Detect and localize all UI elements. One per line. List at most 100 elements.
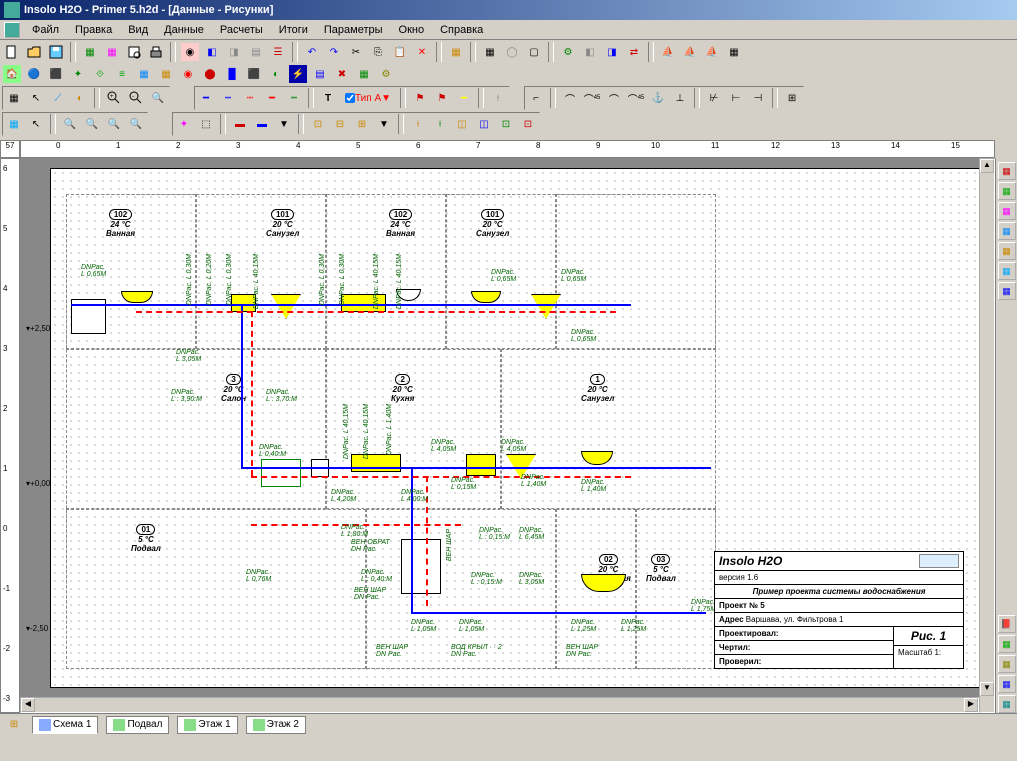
tool-c1[interactable]: ◉ xyxy=(180,42,200,62)
zoom-out-btn[interactable]: - xyxy=(126,88,146,108)
scroll-up-btn[interactable]: ▲ xyxy=(980,159,994,173)
open-btn[interactable] xyxy=(24,42,44,62)
r2-7[interactable]: ▦ xyxy=(134,64,154,84)
r3l-3[interactable]: ⟋ xyxy=(48,88,68,108)
r2-1[interactable]: 🏠 xyxy=(2,64,22,84)
r2-11[interactable]: █ xyxy=(222,64,242,84)
r2-3[interactable]: ⬛ xyxy=(46,64,66,84)
tab-scheme-1[interactable]: Схема 1 xyxy=(32,716,98,734)
r4-9[interactable]: ▼ xyxy=(374,114,394,134)
canvas-area[interactable]: 10224 °CВанная10120 °CСанузел10224 °CВан… xyxy=(20,158,995,713)
r2-12[interactable]: ⬛ xyxy=(244,64,264,84)
r2-4[interactable]: ✦ xyxy=(68,64,88,84)
rp-5[interactable]: ▦ xyxy=(998,242,1016,260)
anchor-btn[interactable]: ⚓ xyxy=(648,88,668,108)
sym-1[interactable]: ⊬ xyxy=(704,88,724,108)
tool-c3[interactable]: ◨ xyxy=(224,42,244,62)
r2-9[interactable]: ◉ xyxy=(178,64,198,84)
horizontal-scrollbar[interactable]: ◀ ▶ xyxy=(20,697,979,713)
r4l-z2[interactable]: 🔍 xyxy=(82,114,102,134)
r3l-4[interactable]: ◐ xyxy=(70,88,90,108)
redo-btn[interactable]: ↷ xyxy=(324,42,344,62)
sym-3[interactable]: ⊣ xyxy=(748,88,768,108)
zoom-in-btn[interactable]: + xyxy=(104,88,124,108)
r2-17[interactable]: ▦ xyxy=(354,64,374,84)
tab-basement[interactable]: Подвал xyxy=(106,716,169,734)
tool-c2[interactable]: ◧ xyxy=(202,42,222,62)
delete-btn[interactable]: ✕ xyxy=(412,42,432,62)
tool-e2[interactable]: ⛵ xyxy=(680,42,700,62)
tab-floor-1[interactable]: Этаж 1 xyxy=(177,716,237,734)
r4-1[interactable]: ✦ xyxy=(174,114,194,134)
tool-d2[interactable]: ◧ xyxy=(580,42,600,62)
r4-11[interactable]: ⟊ xyxy=(430,114,450,134)
tool-c5[interactable]: ☰ xyxy=(268,42,288,62)
scroll-down-btn[interactable]: ▼ xyxy=(980,682,994,696)
rp-6[interactable]: ▦ xyxy=(998,262,1016,280)
cut-btn[interactable]: ✂ xyxy=(346,42,366,62)
r2-16[interactable]: ✖ xyxy=(332,64,352,84)
line-style-5[interactable]: ┅ xyxy=(284,88,304,108)
r4-2[interactable]: ⬚ xyxy=(196,114,216,134)
line-style-1[interactable]: ━ xyxy=(196,88,216,108)
r4-3[interactable]: ▬ xyxy=(230,114,250,134)
calc-btn[interactable]: ▦ xyxy=(446,42,466,62)
menu-results[interactable]: Итоги xyxy=(271,22,316,38)
tee-btn[interactable]: ⊥ xyxy=(670,88,690,108)
tool-d3[interactable]: ◨ xyxy=(602,42,622,62)
drawing-canvas[interactable]: 10224 °CВанная10120 °CСанузел10224 °CВан… xyxy=(50,168,980,688)
menu-view[interactable]: Вид xyxy=(120,22,156,38)
tool-d4[interactable]: ⇄ xyxy=(624,42,644,62)
arc-2[interactable]: ⌒ xyxy=(604,88,624,108)
sym-2[interactable]: ⊢ xyxy=(726,88,746,108)
sym-4[interactable]: ⊞ xyxy=(782,88,802,108)
r3-y[interactable]: ⟊ xyxy=(488,88,508,108)
r4-7[interactable]: ⊟ xyxy=(330,114,350,134)
text-plus-btn[interactable]: T xyxy=(318,88,338,108)
circle-btn[interactable]: ◯ xyxy=(502,42,522,62)
table-btn[interactable]: ▦ xyxy=(480,42,500,62)
menu-edit[interactable]: Правка xyxy=(67,22,120,38)
r4-8[interactable]: ⊞ xyxy=(352,114,372,134)
flag-1[interactable]: ⚑ xyxy=(410,88,430,108)
tool-c4[interactable]: ▤ xyxy=(246,42,266,62)
type-a-toggle[interactable]: Тип A ▼ xyxy=(340,88,396,108)
r4-12[interactable]: ◫ xyxy=(452,114,472,134)
scroll-right-btn[interactable]: ▶ xyxy=(964,698,978,712)
new-btn[interactable] xyxy=(2,42,22,62)
tool-b[interactable]: ▦ xyxy=(102,42,122,62)
r4-6[interactable]: ⊡ xyxy=(308,114,328,134)
tool-a[interactable]: ▦ xyxy=(80,42,100,62)
line-style-2[interactable]: ┅ xyxy=(218,88,238,108)
r4-14[interactable]: ⊡ xyxy=(496,114,516,134)
r4-10[interactable]: ⟊ xyxy=(408,114,428,134)
print-preview-btn[interactable] xyxy=(124,42,144,62)
tabs-misc-icon[interactable]: ⊞ xyxy=(4,715,24,735)
r2-8[interactable]: ▦ xyxy=(156,64,176,84)
menu-data[interactable]: Данные xyxy=(156,22,212,38)
rp-b4[interactable]: ▦ xyxy=(998,675,1016,693)
tool-e3[interactable]: ⛵ xyxy=(702,42,722,62)
scroll-left-btn[interactable]: ◀ xyxy=(21,698,35,712)
menu-file[interactable]: Файл xyxy=(24,22,67,38)
menu-window[interactable]: Окно xyxy=(391,22,433,38)
r2-10[interactable]: ⬤ xyxy=(200,64,220,84)
r3-x[interactable]: ━ xyxy=(454,88,474,108)
angle-0[interactable]: ⌐ xyxy=(526,88,546,108)
cursor-btn[interactable]: ↖ xyxy=(26,88,46,108)
menu-calc[interactable]: Расчеты xyxy=(212,22,271,38)
r4-5[interactable]: ▼ xyxy=(274,114,294,134)
line-style-3[interactable]: ┉ xyxy=(240,88,260,108)
rp-7[interactable]: ▦ xyxy=(998,282,1016,300)
r2-13[interactable]: ◐ xyxy=(266,64,286,84)
menu-params[interactable]: Параметры xyxy=(316,22,391,38)
arc-45-2[interactable]: ⌒45 xyxy=(626,88,646,108)
rp-1[interactable]: ▦ xyxy=(998,162,1016,180)
r2-5[interactable]: ⟐ xyxy=(90,64,110,84)
r2-15[interactable]: ▤ xyxy=(310,64,330,84)
r4l-1[interactable]: ▦ xyxy=(4,114,24,134)
r4-13[interactable]: ◫ xyxy=(474,114,494,134)
save-btn[interactable] xyxy=(46,42,66,62)
tab-floor-2[interactable]: Этаж 2 xyxy=(246,716,306,734)
rp-b3[interactable]: ▦ xyxy=(998,655,1016,673)
